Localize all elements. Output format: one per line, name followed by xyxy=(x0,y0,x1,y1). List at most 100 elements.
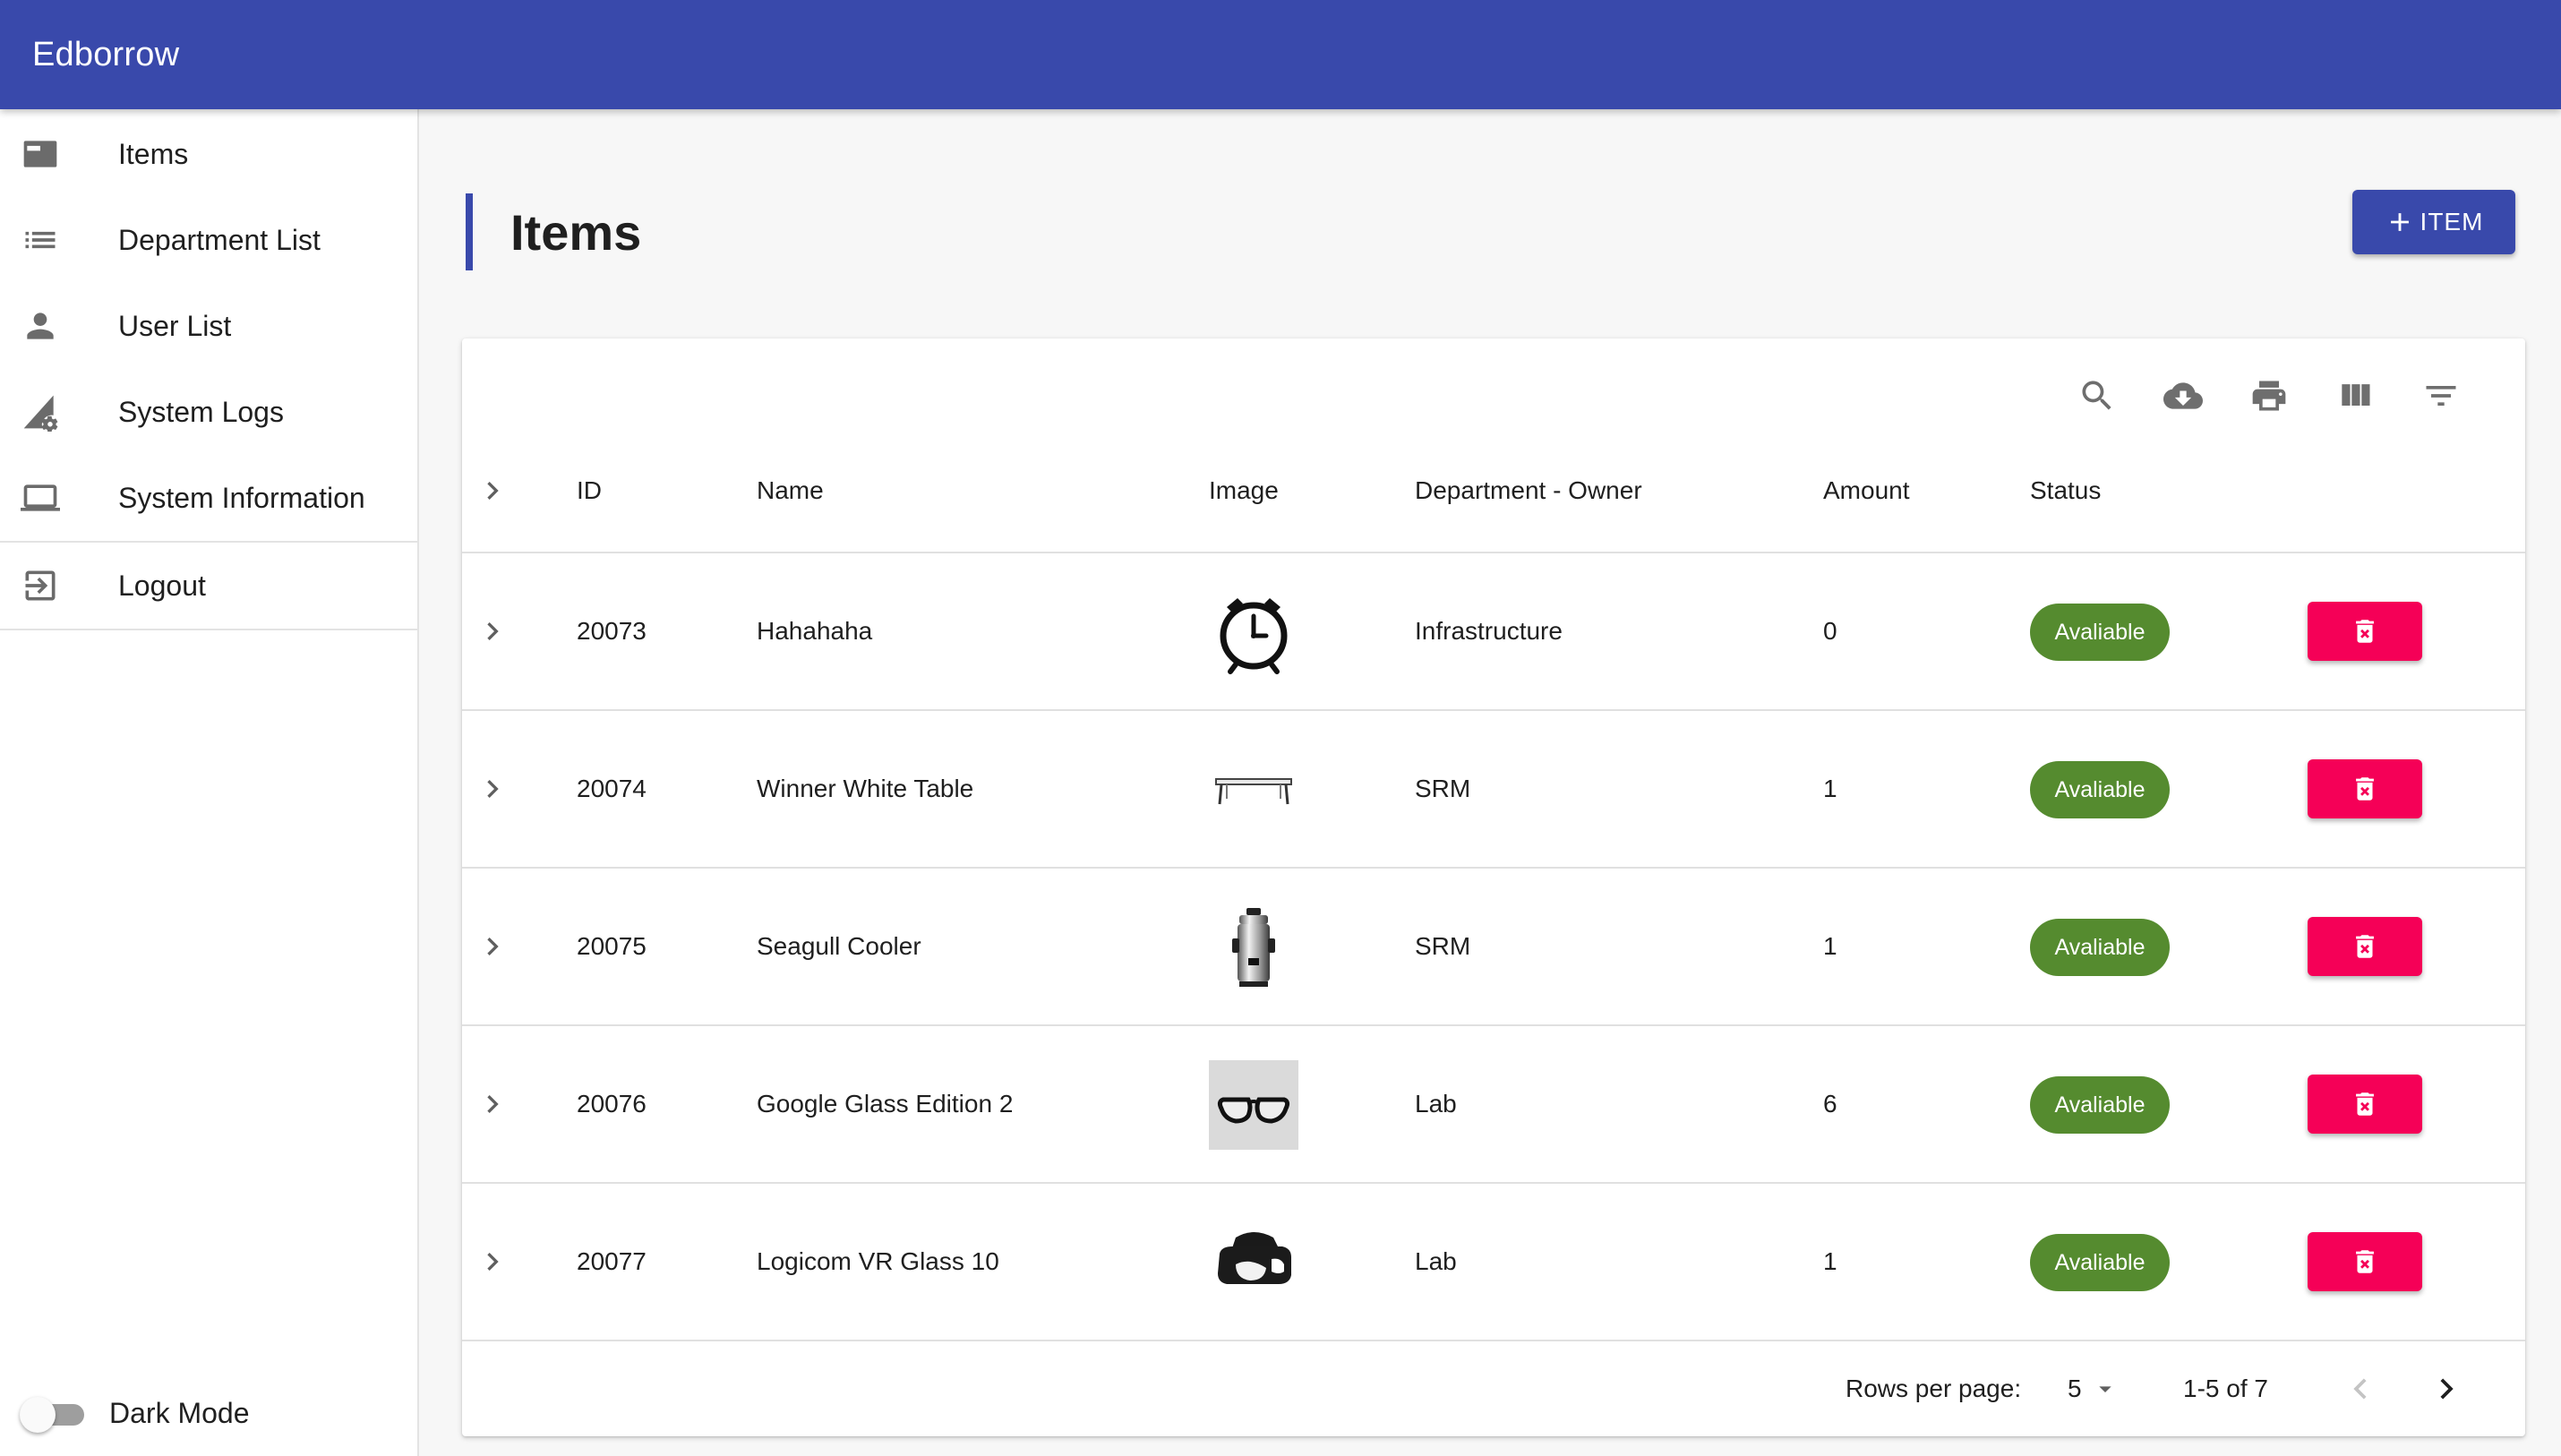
dark-mode-switch[interactable] xyxy=(20,1395,88,1433)
alarm-clock-image xyxy=(1209,587,1298,677)
cell-department: SRM xyxy=(1415,775,1471,802)
delete-forever-icon xyxy=(2356,935,2374,958)
cell-department: SRM xyxy=(1415,932,1471,960)
cell-name: Seagull Cooler xyxy=(757,932,921,960)
column-header-department[interactable]: Department - Owner xyxy=(1415,428,1642,553)
sidebar-item-system-logs[interactable]: System Logs xyxy=(0,369,417,455)
delete-forever-icon xyxy=(2356,620,2374,643)
column-header-amount[interactable]: Amount xyxy=(1823,428,1910,553)
table-pagination: Rows per page: 5 1-5 of 7 xyxy=(462,1341,2525,1436)
chevron-right-icon xyxy=(2440,1378,2454,1400)
print-icon[interactable] xyxy=(2248,374,2291,417)
cell-id: 20074 xyxy=(577,775,647,802)
expand-all-chevron-icon[interactable] xyxy=(475,473,510,509)
switch-thumb xyxy=(20,1397,56,1433)
column-header-image[interactable]: Image xyxy=(1209,428,1279,553)
table-row: 20077 Logicom VR Glass 10 Lab 1 Avaliabl… xyxy=(462,1184,2525,1341)
sidebar-item-logout[interactable]: Logout xyxy=(0,543,417,629)
cell-amount: 1 xyxy=(1823,1247,1837,1275)
cell-id: 20076 xyxy=(577,1090,647,1118)
column-header-name[interactable]: Name xyxy=(757,428,824,553)
add-item-label: ITEM xyxy=(2420,208,2484,236)
delete-button[interactable] xyxy=(2308,1075,2422,1134)
cloud-download-icon[interactable] xyxy=(2162,374,2205,417)
expand-row-chevron-icon[interactable] xyxy=(475,1244,510,1280)
view-columns-icon[interactable] xyxy=(2334,374,2377,417)
cell-id: 20075 xyxy=(577,932,647,960)
app-title: Edborrow xyxy=(32,35,180,73)
table-body: 20073 Hahahaha Infrastructure 0 Avaliabl… xyxy=(462,553,2525,1341)
add-item-button[interactable]: ITEM xyxy=(2352,190,2515,254)
cell-department: Lab xyxy=(1415,1247,1457,1275)
delete-forever-icon xyxy=(2356,1250,2374,1273)
cell-department: Infrastructure xyxy=(1415,617,1563,645)
sidebar-divider xyxy=(0,629,417,630)
folding-table-image xyxy=(1209,745,1298,835)
table-row: 20073 Hahahaha Infrastructure 0 Avaliabl… xyxy=(462,553,2525,711)
sidebar-item-label: Items xyxy=(118,137,189,170)
expand-row-chevron-icon[interactable] xyxy=(475,771,510,807)
sidebar-item-department-list[interactable]: Department List xyxy=(0,197,417,283)
items-card-icon xyxy=(20,133,61,175)
status-badge: Avaliable xyxy=(2030,1076,2170,1134)
rows-per-page-value: 5 xyxy=(2068,1375,2082,1402)
expand-row-chevron-icon[interactable] xyxy=(475,929,510,964)
column-header-status[interactable]: Status xyxy=(2030,428,2101,553)
rows-per-page-select[interactable]: 5 xyxy=(2068,1341,2120,1436)
table-row: 20076 Google Glass Edition 2 Lab 6 Avali… xyxy=(462,1026,2525,1184)
water-boiler-image xyxy=(1209,903,1298,992)
status-badge: Avaliable xyxy=(2030,1234,2170,1291)
pagination-range: 1-5 of 7 xyxy=(2183,1375,2268,1402)
status-badge: Avaliable xyxy=(2030,761,2170,818)
logout-icon xyxy=(20,565,61,606)
delete-button[interactable] xyxy=(2308,1232,2422,1291)
filter-icon[interactable] xyxy=(2420,374,2462,417)
items-table-card: ID Name Image Department - Owner Amount … xyxy=(462,338,2525,1436)
column-header-id[interactable]: ID xyxy=(577,428,602,553)
dark-mode-label: Dark Mode xyxy=(109,1396,250,1429)
sidebar-item-label: System Logs xyxy=(118,395,284,428)
sidebar-item-label: System Information xyxy=(118,481,365,514)
delete-button[interactable] xyxy=(2308,759,2422,818)
person-icon xyxy=(20,305,61,347)
list-icon xyxy=(20,219,61,261)
expand-row-chevron-icon[interactable] xyxy=(475,613,510,649)
dark-mode-toggle[interactable]: Dark Mode xyxy=(20,1388,250,1438)
sidebar-item-label: Department List xyxy=(118,223,321,256)
glasses-image xyxy=(1209,1060,1298,1150)
cell-amount: 1 xyxy=(1823,932,1837,960)
cell-amount: 6 xyxy=(1823,1090,1837,1118)
delete-forever-icon xyxy=(2356,1092,2374,1116)
status-badge: Avaliable xyxy=(2030,919,2170,976)
expand-row-chevron-icon[interactable] xyxy=(475,1086,510,1122)
page-title-block: Items xyxy=(466,193,641,270)
next-page-button[interactable] xyxy=(2426,1368,2467,1409)
sidebar-item-label: Logout xyxy=(118,569,206,602)
cell-name: Google Glass Edition 2 xyxy=(757,1090,1014,1118)
cell-department: Lab xyxy=(1415,1090,1457,1118)
cell-amount: 1 xyxy=(1823,775,1837,802)
plus-icon xyxy=(2390,213,2409,231)
page-title: Items xyxy=(510,203,642,261)
cell-name: Winner White Table xyxy=(757,775,974,802)
app-bar: Edborrow xyxy=(0,0,2561,109)
chevron-left-icon xyxy=(2353,1378,2367,1400)
sidebar-item-label: User List xyxy=(118,309,232,342)
sidebar: Items Department List User List System L… xyxy=(0,109,419,1456)
search-icon[interactable] xyxy=(2076,374,2119,417)
cell-id: 20077 xyxy=(577,1247,647,1275)
table-row: 20074 Winner White Table SRM 1 Avaliable xyxy=(462,711,2525,869)
table-row: 20075 Seagull Cooler SRM 1 Avaliable xyxy=(462,869,2525,1026)
table-header: ID Name Image Department - Owner Amount … xyxy=(462,428,2525,553)
previous-page-button[interactable] xyxy=(2340,1368,2381,1409)
sidebar-item-system-information[interactable]: System Information xyxy=(0,455,417,541)
sidebar-item-user-list[interactable]: User List xyxy=(0,283,417,369)
cell-name: Hahahaha xyxy=(757,617,873,645)
rows-per-page-label: Rows per page: xyxy=(1846,1375,2022,1402)
signal-cog-icon xyxy=(20,391,61,433)
delete-button[interactable] xyxy=(2308,917,2422,976)
status-badge: Avaliable xyxy=(2030,604,2170,661)
delete-button[interactable] xyxy=(2308,602,2422,661)
delete-forever-icon xyxy=(2356,777,2374,801)
sidebar-item-items[interactable]: Items xyxy=(0,111,417,197)
